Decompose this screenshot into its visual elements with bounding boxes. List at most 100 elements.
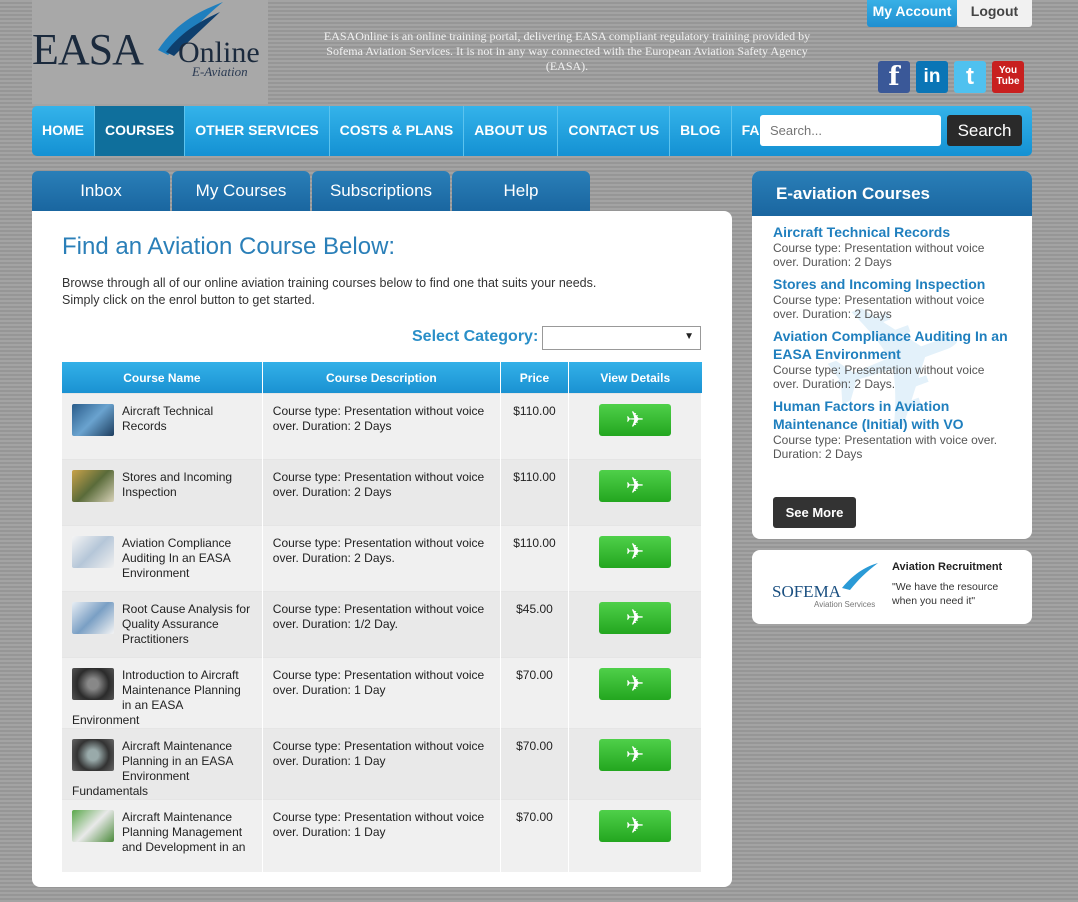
my-account-button[interactable]: My Account [867, 0, 957, 27]
search-button[interactable]: Search [947, 115, 1022, 146]
nav-contact-us[interactable]: CONTACT US [558, 106, 671, 156]
course-name[interactable]: Aviation Compliance Auditing In an EASA … [122, 536, 231, 580]
view-details-button[interactable]: ✈ [598, 404, 671, 436]
sidebar-course-link[interactable]: Human Factors in Aviation Maintenance (I… [773, 397, 1013, 433]
sofema-logo: SOFEMA [772, 582, 841, 601]
course-thumbnail [72, 470, 114, 502]
sidebar-course-link[interactable]: Aviation Compliance Auditing In an EASA … [773, 327, 1013, 363]
col-price: Price [500, 362, 569, 394]
course-description: Course type: Presentation without voice … [262, 393, 502, 460]
view-details-button[interactable]: ✈ [598, 536, 671, 568]
sidebar-course-desc: Course type: Presentation without voice … [773, 363, 985, 391]
youtube-icon-bottom: Tube [996, 76, 1020, 87]
eaviation-courses-sidebar: E-aviation Courses ✈ Aircraft Technical … [752, 171, 1032, 539]
course-description: Course type: Presentation without voice … [262, 657, 502, 729]
view-details-button[interactable]: ✈ [598, 470, 671, 502]
table-row: Stores and Incoming Inspection Course ty… [62, 459, 703, 526]
recruitment-title: Aviation Recruitment [892, 561, 1003, 573]
sidebar-course-desc: Course type: Presentation without voice … [773, 241, 985, 269]
nav-blog[interactable]: BLOG [670, 106, 732, 156]
course-price: $70.00 [500, 657, 569, 729]
category-label: Select Category: [412, 328, 539, 345]
recruitment-text: "We have the resource when you need it" [892, 581, 999, 607]
course-name[interactable]: Stores and Incoming Inspection [122, 470, 232, 499]
sofema-logo-sub: Aviation Services [814, 600, 876, 609]
site-tagline: EASAOnline is an online training portal,… [323, 29, 811, 73]
col-view-details: View Details [568, 362, 702, 394]
tab-my-courses[interactable]: My Courses [172, 171, 310, 211]
col-course-name: Course Name [62, 362, 263, 394]
course-name[interactable]: Aircraft Maintenance Planning Management… [122, 810, 245, 854]
nav-costs-plans[interactable]: COSTS & PLANS [330, 106, 465, 156]
logo-easa-text: EASA [32, 25, 144, 74]
sidebar-course-link[interactable]: Aircraft Technical Records [773, 223, 1013, 241]
intro-line-2: Simply click on the enrol button to get … [62, 293, 315, 307]
twitter-icon[interactable]: t [954, 61, 986, 93]
airplane-icon: ✈ [625, 671, 645, 696]
course-price: $110.00 [500, 459, 569, 526]
course-thumbnail [72, 739, 114, 771]
page-title: Find an Aviation Course Below: [62, 233, 396, 260]
tab-subscriptions[interactable]: Subscriptions [312, 171, 450, 211]
sidebar-course-item: Human Factors in Aviation Maintenance (I… [773, 397, 1013, 461]
nav-courses[interactable]: COURSES [95, 106, 186, 156]
airplane-icon: ✈ [625, 407, 645, 432]
tab-help[interactable]: Help [452, 171, 590, 211]
sidebar-course-link[interactable]: Stores and Incoming Inspection [773, 275, 1013, 293]
facebook-icon[interactable]: f [878, 61, 910, 93]
table-row: Aircraft Maintenance Planning Management… [62, 799, 703, 872]
sidebar-title: E-aviation Courses [752, 171, 1032, 216]
view-details-button[interactable]: ✈ [598, 668, 671, 700]
course-description: Course type: Presentation without voice … [262, 591, 502, 658]
course-thumbnail [72, 536, 114, 568]
nav-home[interactable]: HOME [32, 106, 95, 156]
course-price: $110.00 [500, 525, 569, 592]
recruitment-banner[interactable]: SOFEMA Aviation Services Aviation Recrui… [752, 550, 1032, 624]
course-price: $70.00 [500, 799, 569, 872]
view-details-button[interactable]: ✈ [598, 810, 671, 842]
course-name[interactable]: Root Cause Analysis for Quality Assuranc… [122, 602, 250, 646]
youtube-icon-top: You [998, 65, 1018, 76]
airplane-icon: ✈ [625, 742, 645, 767]
table-row: Aviation Compliance Auditing In an EASA … [62, 525, 703, 592]
table-row: Aircraft Maintenance Planning in an EASA… [62, 728, 703, 800]
table-row: Introduction to Aircraft Maintenance Pla… [62, 657, 703, 729]
course-description: Course type: Presentation without voice … [262, 459, 502, 526]
view-details-button[interactable]: ✈ [598, 602, 671, 634]
col-course-description: Course Description [262, 362, 502, 394]
course-thumbnail [72, 810, 114, 842]
youtube-icon[interactable]: You Tube [992, 61, 1024, 93]
tab-inbox[interactable]: Inbox [32, 171, 170, 211]
sofema-swoosh-icon [842, 563, 878, 590]
view-details-button[interactable]: ✈ [598, 739, 671, 771]
airplane-icon: ✈ [625, 539, 645, 564]
see-more-button[interactable]: See More [773, 497, 856, 528]
airplane-icon: ✈ [625, 605, 645, 630]
course-thumbnail [72, 668, 114, 700]
category-select[interactable]: ▼ [542, 326, 701, 350]
sidebar-course-item: Aviation Compliance Auditing In an EASA … [773, 327, 1013, 391]
course-price: $70.00 [500, 728, 569, 800]
table-row: Root Cause Analysis for Quality Assuranc… [62, 591, 703, 658]
sidebar-course-desc: Course type: Presentation with voice ove… [773, 433, 998, 461]
course-price: $110.00 [500, 393, 569, 460]
intro-text: Browse through all of our online aviatio… [62, 275, 662, 309]
course-name[interactable]: Aircraft Technical Records [122, 404, 213, 433]
intro-line-1: Browse through all of our online aviatio… [62, 276, 597, 290]
course-description: Course type: Presentation without voice … [262, 799, 502, 872]
courses-table: Course Name Course Description Price Vie… [62, 362, 703, 872]
nav-other-services[interactable]: OTHER SERVICES [185, 106, 330, 156]
site-logo[interactable]: EASA Online E-Aviation [32, 0, 268, 104]
logout-button[interactable]: Logout [957, 0, 1032, 27]
search-input[interactable] [760, 115, 941, 146]
sidebar-course-desc: Course type: Presentation without voice … [773, 293, 985, 321]
sidebar-course-item: Stores and Incoming Inspection Course ty… [773, 275, 1013, 321]
airplane-icon: ✈ [625, 473, 645, 498]
course-price: $45.00 [500, 591, 569, 658]
course-thumbnail [72, 602, 114, 634]
nav-about-us[interactable]: ABOUT US [464, 106, 559, 156]
main-nav: HOME COURSES OTHER SERVICES COSTS & PLAN… [32, 106, 1032, 156]
course-thumbnail [72, 404, 114, 436]
linkedin-icon[interactable]: in [916, 61, 948, 93]
chevron-down-icon: ▼ [684, 331, 694, 342]
